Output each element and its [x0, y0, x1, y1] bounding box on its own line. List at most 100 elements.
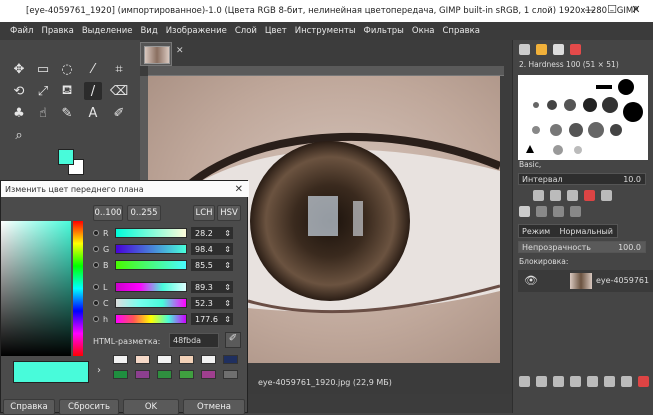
rect-select-icon[interactable]: ▭ [34, 60, 52, 78]
maximize-button[interactable]: ☐ [605, 3, 619, 17]
opacity-field[interactable]: Непрозрачность 100.0 [518, 241, 646, 253]
new-layer-icon[interactable] [519, 376, 530, 387]
history-swatch[interactable] [113, 355, 128, 364]
crop-tool-icon[interactable]: ⌗ [110, 60, 128, 78]
menu-color[interactable]: Цвет [265, 26, 287, 36]
horizontal-ruler[interactable] [148, 66, 504, 76]
current-color-preview [13, 361, 89, 383]
layer-mode-select[interactable]: Режим Нормальный [518, 224, 618, 238]
anchor-layer-icon[interactable] [604, 376, 615, 387]
delete-brush-icon[interactable] [584, 190, 595, 201]
warp-tool-icon[interactable]: ⤢ [34, 82, 52, 100]
slider-g-value[interactable]: 98.4 ⇕ [191, 243, 233, 255]
lasso-icon[interactable]: ◌ [58, 60, 76, 78]
new-group-icon[interactable] [536, 376, 547, 387]
delete-layer-icon[interactable] [638, 376, 649, 387]
slider-h[interactable]: h 177.6 ⇕ [93, 313, 233, 325]
gradients-tab-icon[interactable] [570, 44, 581, 55]
smudge-tool-icon[interactable]: ☝ [34, 104, 52, 122]
history-swatch[interactable] [113, 370, 128, 379]
menu-select[interactable]: Выделение [82, 26, 133, 36]
spacing-field[interactable]: Интервал 10.0 [518, 173, 646, 185]
slider-c-value[interactable]: 52.3 ⇕ [191, 297, 233, 309]
patterns-tab-icon[interactable] [536, 44, 547, 55]
new-brush-icon[interactable] [550, 190, 561, 201]
menu-help[interactable]: Справка [442, 26, 479, 36]
dialog-title-bar: Изменить цвет переднего плана ✕ [1, 181, 249, 197]
minimize-button[interactable]: — [583, 3, 597, 17]
menu-image[interactable]: Изображение [166, 26, 227, 36]
paths-tab-icon[interactable] [553, 206, 564, 217]
slider-r-value[interactable]: 28.2 ⇕ [191, 227, 233, 239]
slider-r[interactable]: R 28.2 ⇕ [93, 227, 233, 239]
clone-tool-icon[interactable]: ♣ [10, 104, 28, 122]
slider-l-value[interactable]: 89.3 ⇕ [191, 281, 233, 293]
color-picker-icon[interactable]: ✐ [110, 104, 128, 122]
eyedropper-icon[interactable]: ✐ [225, 332, 241, 348]
range-255-button[interactable]: 0..255 [127, 205, 161, 221]
slider-g[interactable]: G 98.4 ⇕ [93, 243, 233, 255]
dialog-close-icon[interactable]: ✕ [235, 184, 243, 195]
color-square[interactable] [1, 221, 71, 356]
history-swatch[interactable] [135, 370, 150, 379]
history-swatch[interactable] [179, 355, 194, 364]
history-swatch[interactable] [179, 370, 194, 379]
zoom-tool-icon[interactable]: ⌕ [10, 126, 28, 144]
text-tool-icon[interactable]: A [84, 104, 102, 122]
close-button[interactable]: ✕ [629, 3, 643, 17]
image-tab[interactable] [140, 42, 172, 66]
menu-filters[interactable]: Фильтры [364, 26, 404, 36]
paths-tool-icon[interactable]: ✎ [58, 104, 76, 122]
channels-tab-icon[interactable] [536, 206, 547, 217]
slider-b[interactable]: B 85.5 ⇕ [93, 259, 233, 271]
brush-grid[interactable] [518, 75, 648, 160]
refresh-brushes-icon[interactable] [601, 190, 612, 201]
layers-tab-icon[interactable] [519, 206, 530, 217]
foreground-color-swatch[interactable] [58, 149, 74, 165]
layer-row[interactable]: 👁 eye-4059761 [518, 270, 653, 292]
menu-edit[interactable]: Правка [41, 26, 73, 36]
history-swatch[interactable] [223, 370, 238, 379]
fuzzy-select-icon[interactable]: ⁄ [84, 60, 102, 78]
hsv-button[interactable]: HSV [217, 205, 241, 221]
mask-layer-icon[interactable] [621, 376, 632, 387]
duplicate-brush-icon[interactable] [567, 190, 578, 201]
eraser-icon[interactable]: ⌫ [110, 82, 128, 100]
slider-c[interactable]: C 52.3 ⇕ [93, 297, 233, 309]
visibility-eye-icon[interactable]: 👁 [524, 274, 538, 287]
hue-strip[interactable] [73, 221, 83, 356]
history-swatch[interactable] [135, 355, 150, 364]
slider-l[interactable]: L 89.3 ⇕ [93, 281, 233, 293]
html-notation-input[interactable]: 48fbda [169, 333, 219, 348]
lch-button[interactable]: LCH [193, 205, 215, 221]
bucket-fill-icon[interactable]: ⛾ [58, 82, 76, 100]
fonts-tab-icon[interactable] [553, 44, 564, 55]
slider-h-value[interactable]: 177.6 ⇕ [191, 313, 233, 325]
layer-name[interactable]: eye-4059761 [596, 276, 649, 285]
brushes-tab-icon[interactable] [519, 44, 530, 55]
transform-tool-icon[interactable]: ⟲ [10, 82, 28, 100]
menu-layer[interactable]: Слой [235, 26, 257, 36]
opacity-label: Непрозрачность [522, 242, 591, 252]
duplicate-layer-icon[interactable] [587, 376, 598, 387]
menu-view[interactable]: Вид [140, 26, 157, 36]
history-swatch[interactable] [157, 370, 172, 379]
brush-preset[interactable]: Basic, [519, 160, 541, 169]
move-tool-icon[interactable]: ✥ [10, 60, 28, 78]
tab-close-icon[interactable]: ✕ [176, 46, 184, 56]
swap-arrow-icon[interactable]: › [97, 365, 101, 376]
undo-tab-icon[interactable] [570, 206, 581, 217]
history-swatch[interactable] [157, 355, 172, 364]
raise-layer-icon[interactable] [553, 376, 564, 387]
menu-windows[interactable]: Окна [412, 26, 435, 36]
menu-file[interactable]: Файл [10, 26, 33, 36]
menu-tools[interactable]: Инструменты [295, 26, 356, 36]
range-100-button[interactable]: 0..100 [93, 205, 123, 221]
history-swatch[interactable] [201, 355, 216, 364]
slider-b-value[interactable]: 85.5 ⇕ [191, 259, 233, 271]
edit-brush-icon[interactable] [533, 190, 544, 201]
paintbrush-icon[interactable]: / [84, 82, 102, 100]
lower-layer-icon[interactable] [570, 376, 581, 387]
history-swatch[interactable] [201, 370, 216, 379]
history-swatch[interactable] [223, 355, 238, 364]
